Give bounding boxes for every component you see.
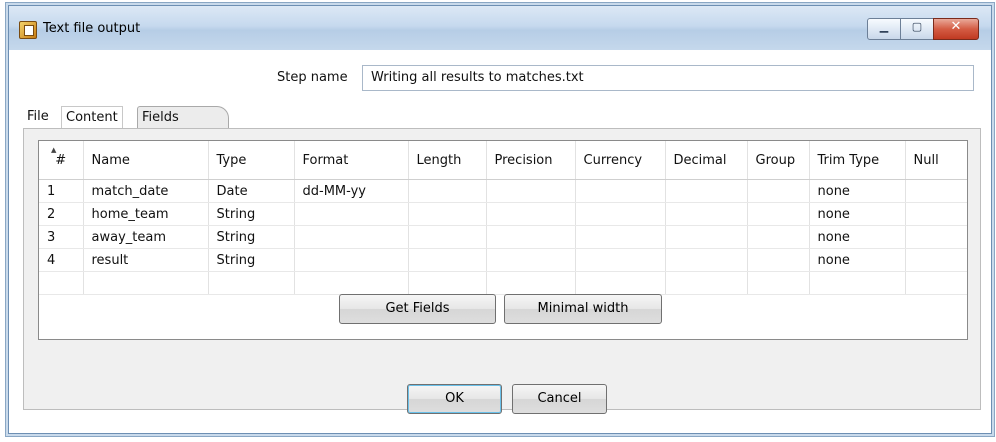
sort-arrow-icon: ▲ [51,146,57,154]
cell-decimal[interactable] [665,179,748,203]
minimal-width-button[interactable]: Minimal width [504,294,662,324]
column-header-decimal[interactable]: Decimal [665,141,748,180]
column-header-precision[interactable]: Precision [486,141,576,180]
cell-currency[interactable] [575,202,666,226]
column-header-currency[interactable]: Currency [575,141,666,180]
step-name-label: Step name [277,70,348,85]
cell-null[interactable] [905,225,967,249]
row-number: 3 [39,225,84,249]
cell-name[interactable]: home_team [83,202,209,226]
minimize-button[interactable]: ▁ [867,18,901,40]
cell-name[interactable]: result [83,248,209,272]
cell-precision[interactable] [486,248,576,272]
text-file-output-icon [19,21,37,39]
table-row[interactable]: 1 match_date Date dd-MM-yy none [39,179,967,203]
column-header-null[interactable]: Null [905,141,967,180]
cell-type[interactable]: String [208,225,295,249]
column-header-format[interactable]: Format [294,141,409,180]
fields-table[interactable]: ▲ # Name Type Format Length Precision Cur… [38,140,968,340]
table-row[interactable]: 3 away_team String none [39,225,967,249]
table-row[interactable]: 2 home_team String none [39,202,967,226]
maximize-button[interactable]: ▢ [900,18,934,40]
cell-currency[interactable] [575,248,666,272]
cell-trim-type[interactable]: none [809,179,906,203]
cell-decimal[interactable] [665,202,748,226]
row-number: 2 [39,202,84,226]
cell-decimal[interactable] [665,248,748,272]
column-header-length[interactable]: Length [408,141,487,180]
cell-group[interactable] [747,225,810,249]
cell-group[interactable] [747,179,810,203]
get-fields-button[interactable]: Get Fields [339,294,496,324]
cancel-button[interactable]: Cancel [512,384,607,414]
cell-group[interactable] [747,202,810,226]
maximize-icon: ▢ [911,20,923,33]
column-header-trim-type[interactable]: Trim Type [809,141,906,180]
row-number: 1 [39,179,84,203]
ok-button[interactable]: OK [407,384,502,414]
column-header-number[interactable]: ▲ # [39,141,84,180]
cell-format[interactable]: dd-MM-yy [294,179,409,203]
cell-trim-type[interactable]: none [809,202,906,226]
cell-trim-type[interactable]: none [809,248,906,272]
cell-precision[interactable] [486,179,576,203]
close-button[interactable]: ✕ [933,18,979,40]
cell-length[interactable] [408,225,487,249]
window-title: Text file output [43,21,141,36]
cell-type[interactable]: String [208,248,295,272]
tab-file[interactable]: File [23,106,53,128]
cell-null[interactable] [905,248,967,272]
table-row[interactable]: 4 result String none [39,248,967,272]
close-icon: ✕ [950,19,962,34]
column-header-name[interactable]: Name [83,141,209,180]
cell-name[interactable]: match_date [83,179,209,203]
cell-group[interactable] [747,248,810,272]
cell-null[interactable] [905,202,967,226]
minimize-icon: ▁ [879,20,889,33]
cell-decimal[interactable] [665,225,748,249]
cell-null[interactable] [905,179,967,203]
column-header-type[interactable]: Type [208,141,295,180]
cell-trim-type[interactable]: none [809,225,906,249]
tab-fields[interactable]: Fields [137,106,229,129]
cell-name[interactable]: away_team [83,225,209,249]
cell-format[interactable] [294,202,409,226]
cell-currency[interactable] [575,179,666,203]
title-bar[interactable]: Text file output ▁ ▢ ✕ [9,6,991,50]
cell-length[interactable] [408,179,487,203]
dialog-body: Step name Writing all results to matches… [9,50,991,433]
fields-panel: ▲ # Name Type Format Length Precision Cur… [23,128,981,410]
column-header-group[interactable]: Group [747,141,810,180]
table-row-empty[interactable] [39,271,967,295]
cell-format[interactable] [294,248,409,272]
table-header-row: ▲ # Name Type Format Length Precision Cur… [39,141,967,180]
cell-type[interactable]: String [208,202,295,226]
dialog-window: Text file output ▁ ▢ ✕ Step name Writing… [8,5,992,434]
cell-length[interactable] [408,202,487,226]
step-name-input[interactable]: Writing all results to matches.txt [362,65,974,91]
cell-type[interactable]: Date [208,179,295,203]
tab-content[interactable]: Content [61,106,123,129]
cell-precision[interactable] [486,202,576,226]
cell-currency[interactable] [575,225,666,249]
cell-format[interactable] [294,225,409,249]
window-controls: ▁ ▢ ✕ [867,18,979,40]
cell-length[interactable] [408,248,487,272]
cell-precision[interactable] [486,225,576,249]
row-number: 4 [39,248,84,272]
